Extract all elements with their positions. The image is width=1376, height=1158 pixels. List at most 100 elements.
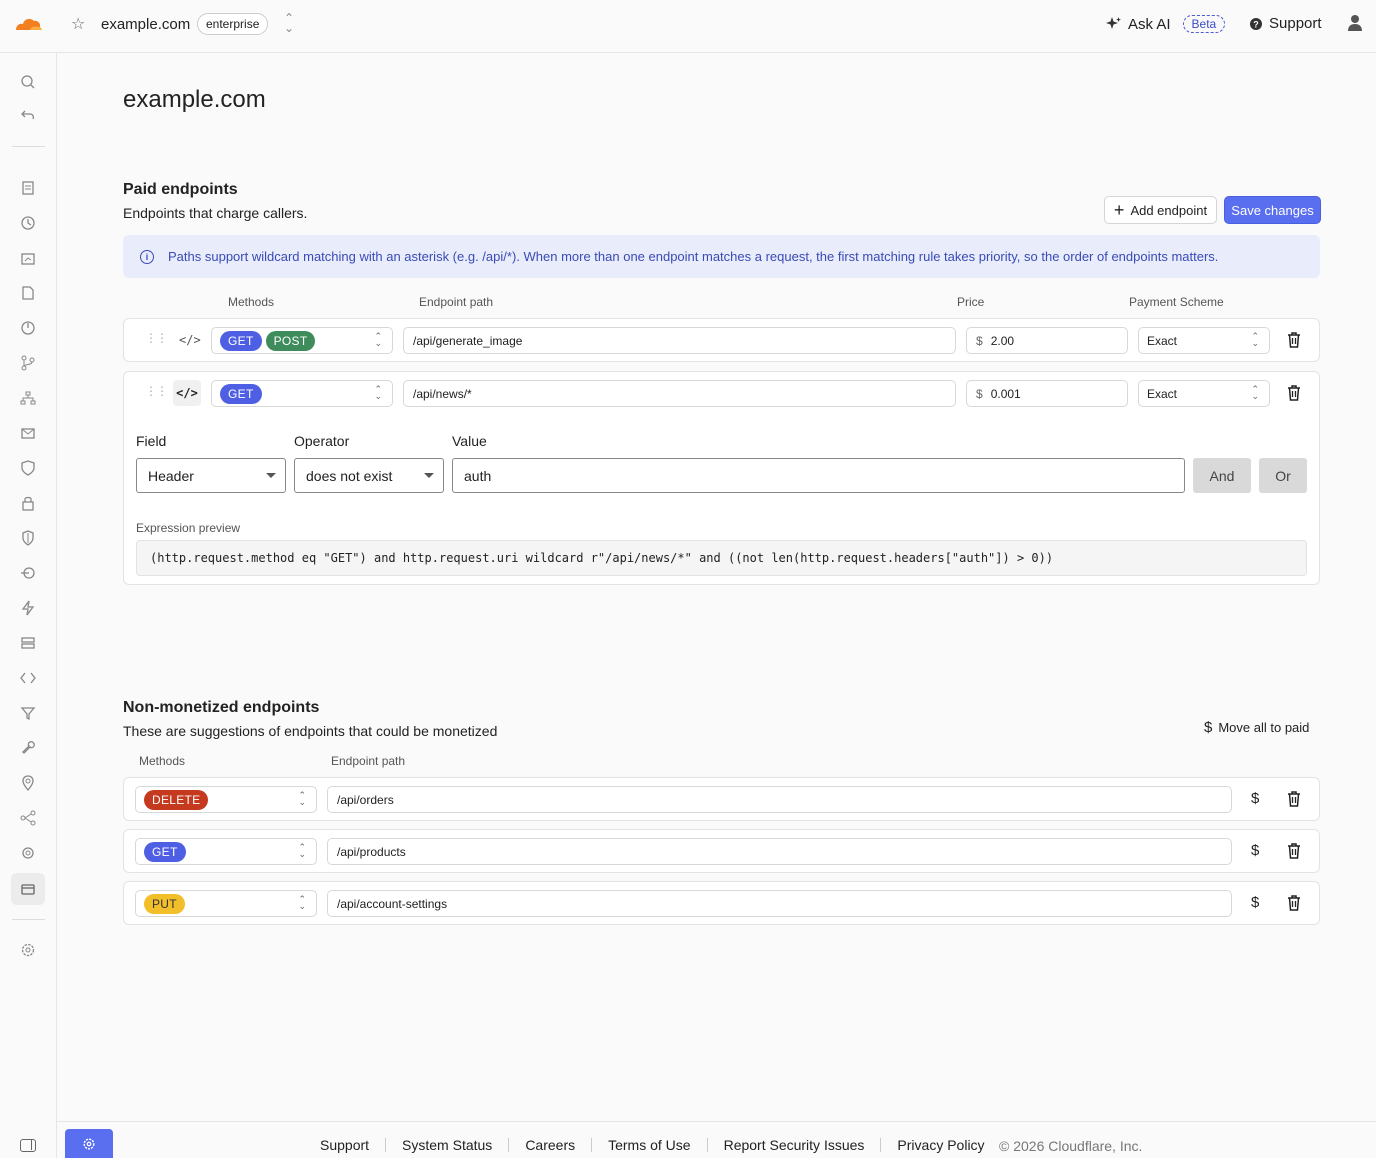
price-value: 0.001 (990, 386, 1021, 401)
favorite-star-icon[interactable]: ☆ (71, 14, 85, 34)
trash-icon[interactable] (1287, 895, 1301, 911)
currency-symbol: $ (976, 333, 983, 348)
email-icon[interactable] (20, 425, 36, 441)
traffic-icon[interactable] (20, 565, 36, 581)
drag-handle-icon[interactable]: ⋮⋮ (145, 385, 168, 397)
footer-link-terms[interactable]: Terms of Use (592, 1138, 708, 1152)
operator-select-value: does not exist (306, 467, 393, 484)
endpoint-path-input[interactable]: /api/products (327, 838, 1232, 865)
and-button[interactable]: And (1193, 458, 1251, 493)
security-shield-icon[interactable] (20, 460, 36, 476)
back-icon[interactable] (20, 107, 36, 123)
endpoint-path-input[interactable]: /api/generate_image (403, 327, 956, 354)
info-text: Paths support wildcard matching with an … (168, 249, 1219, 264)
payment-scheme-select[interactable]: Exact ⌃ ⌄ (1138, 380, 1270, 407)
move-to-paid-dollar-icon[interactable]: $ (1251, 894, 1259, 911)
speed-icon[interactable] (20, 320, 36, 336)
ask-ai-button[interactable]: Ask AI Beta (1106, 15, 1226, 33)
move-to-paid-dollar-icon[interactable]: $ (1251, 790, 1259, 807)
storage-icon[interactable] (20, 635, 36, 651)
search-icon[interactable] (20, 74, 36, 90)
settings-gear-button[interactable] (65, 1129, 113, 1158)
support-button[interactable]: ? Support (1249, 15, 1322, 32)
save-changes-button[interactable]: Save changes (1224, 196, 1321, 224)
chevron-up-down-icon: ⌃ ⌄ (298, 842, 306, 859)
column-header-path: Endpoint path (419, 295, 494, 309)
endpoint-path-input[interactable]: /api/news/* (403, 380, 956, 407)
method-pill-delete: DELETE (144, 789, 209, 810)
sidebar-divider (12, 919, 45, 920)
chevron-up-down-icon: ⌃ ⌄ (1251, 331, 1259, 348)
settings-cog-icon[interactable] (20, 845, 36, 861)
shield-icon[interactable] (20, 530, 36, 546)
svg-text:?: ? (1253, 19, 1259, 29)
move-all-label: Move all to paid (1218, 720, 1310, 735)
nonmonetized-title: Non-monetized endpoints (123, 699, 320, 716)
branch-icon[interactable] (20, 355, 36, 371)
footer-link-security[interactable]: Report Security Issues (708, 1138, 882, 1152)
share-nodes-icon[interactable] (20, 810, 36, 826)
location-pin-icon[interactable] (20, 775, 36, 792)
or-button[interactable]: Or (1259, 458, 1307, 493)
filter-icon[interactable] (20, 705, 36, 721)
paid-endpoints-subtitle: Endpoints that charge callers. (123, 205, 308, 221)
overview-icon[interactable] (20, 180, 36, 196)
methods-select[interactable]: GET POST ⌃ ⌄ (211, 327, 393, 354)
help-circle-icon: ? (1250, 17, 1262, 30)
user-icon[interactable] (1347, 14, 1363, 32)
footer-link-support[interactable]: Support (320, 1138, 387, 1152)
price-input[interactable]: $ 2.00 (966, 327, 1128, 354)
endpoint-path-input[interactable]: /api/account-settings (327, 890, 1232, 917)
cloudflare-logo[interactable] (12, 14, 44, 34)
trash-icon[interactable] (1287, 332, 1301, 348)
wrench-icon[interactable] (20, 740, 36, 756)
operator-select[interactable]: does not exist (294, 458, 444, 493)
footer-link-privacy[interactable]: Privacy Policy (881, 1138, 1000, 1152)
code-expression-icon[interactable]: </> (179, 333, 201, 347)
method-select[interactable]: DELETE ⌃ ⌄ (135, 786, 317, 813)
method-pill-get: GET (144, 841, 186, 862)
documents-icon[interactable] (20, 285, 36, 301)
dollar-icon: $ (1204, 719, 1213, 736)
field-label: Field (136, 433, 167, 449)
code-expression-icon[interactable]: </> (173, 380, 201, 406)
payment-scheme-select[interactable]: Exact ⌃ ⌄ (1138, 327, 1270, 354)
footer-link-careers[interactable]: Careers (509, 1138, 593, 1152)
info-banner: i Paths support wildcard matching with a… (123, 235, 1320, 278)
left-sidebar (0, 53, 57, 1158)
beta-badge: Beta (1182, 15, 1226, 33)
rules-icon[interactable] (20, 670, 36, 686)
gear-icon[interactable] (20, 942, 36, 958)
move-all-to-paid-button[interactable]: $ Move all to paid (1204, 719, 1309, 736)
analytics-icon[interactable] (20, 250, 36, 266)
value-input[interactable]: auth (452, 458, 1185, 493)
billing-card-icon[interactable] (20, 881, 36, 897)
price-input[interactable]: $ 0.001 (966, 380, 1128, 407)
move-to-paid-dollar-icon[interactable]: $ (1251, 842, 1259, 859)
trash-icon[interactable] (1287, 843, 1301, 859)
drag-handle-icon[interactable]: ⋮⋮ (145, 332, 168, 344)
method-pill-post: POST (265, 330, 316, 351)
footer-link-system-status[interactable]: System Status (386, 1138, 510, 1152)
trash-icon[interactable] (1287, 791, 1301, 807)
trash-icon[interactable] (1287, 385, 1301, 401)
endpoint-path-input[interactable]: /api/orders (327, 786, 1232, 813)
payment-scheme-value: Exact (1147, 333, 1178, 348)
lock-icon[interactable] (20, 495, 36, 511)
history-icon[interactable] (20, 215, 36, 231)
field-select[interactable]: Header (136, 458, 286, 493)
plus-icon: + (1113, 200, 1125, 220)
bolt-icon[interactable] (20, 600, 36, 616)
add-endpoint-button[interactable]: + Add endpoint (1104, 196, 1217, 224)
column-header-methods: Methods (139, 754, 186, 768)
network-icon[interactable] (20, 390, 36, 406)
value-label: Value (452, 433, 487, 449)
chevron-up-down-icon[interactable]: ⌃ ⌄ (283, 12, 295, 34)
method-pill-get: GET (220, 330, 262, 351)
sidebar-toggle-icon[interactable] (20, 1139, 36, 1152)
method-select[interactable]: PUT ⌃ ⌄ (135, 890, 317, 917)
methods-select[interactable]: GET ⌃ ⌄ (211, 380, 393, 407)
column-header-methods: Methods (228, 295, 275, 309)
method-select[interactable]: GET ⌃ ⌄ (135, 838, 317, 865)
payment-scheme-value: Exact (1147, 386, 1178, 401)
